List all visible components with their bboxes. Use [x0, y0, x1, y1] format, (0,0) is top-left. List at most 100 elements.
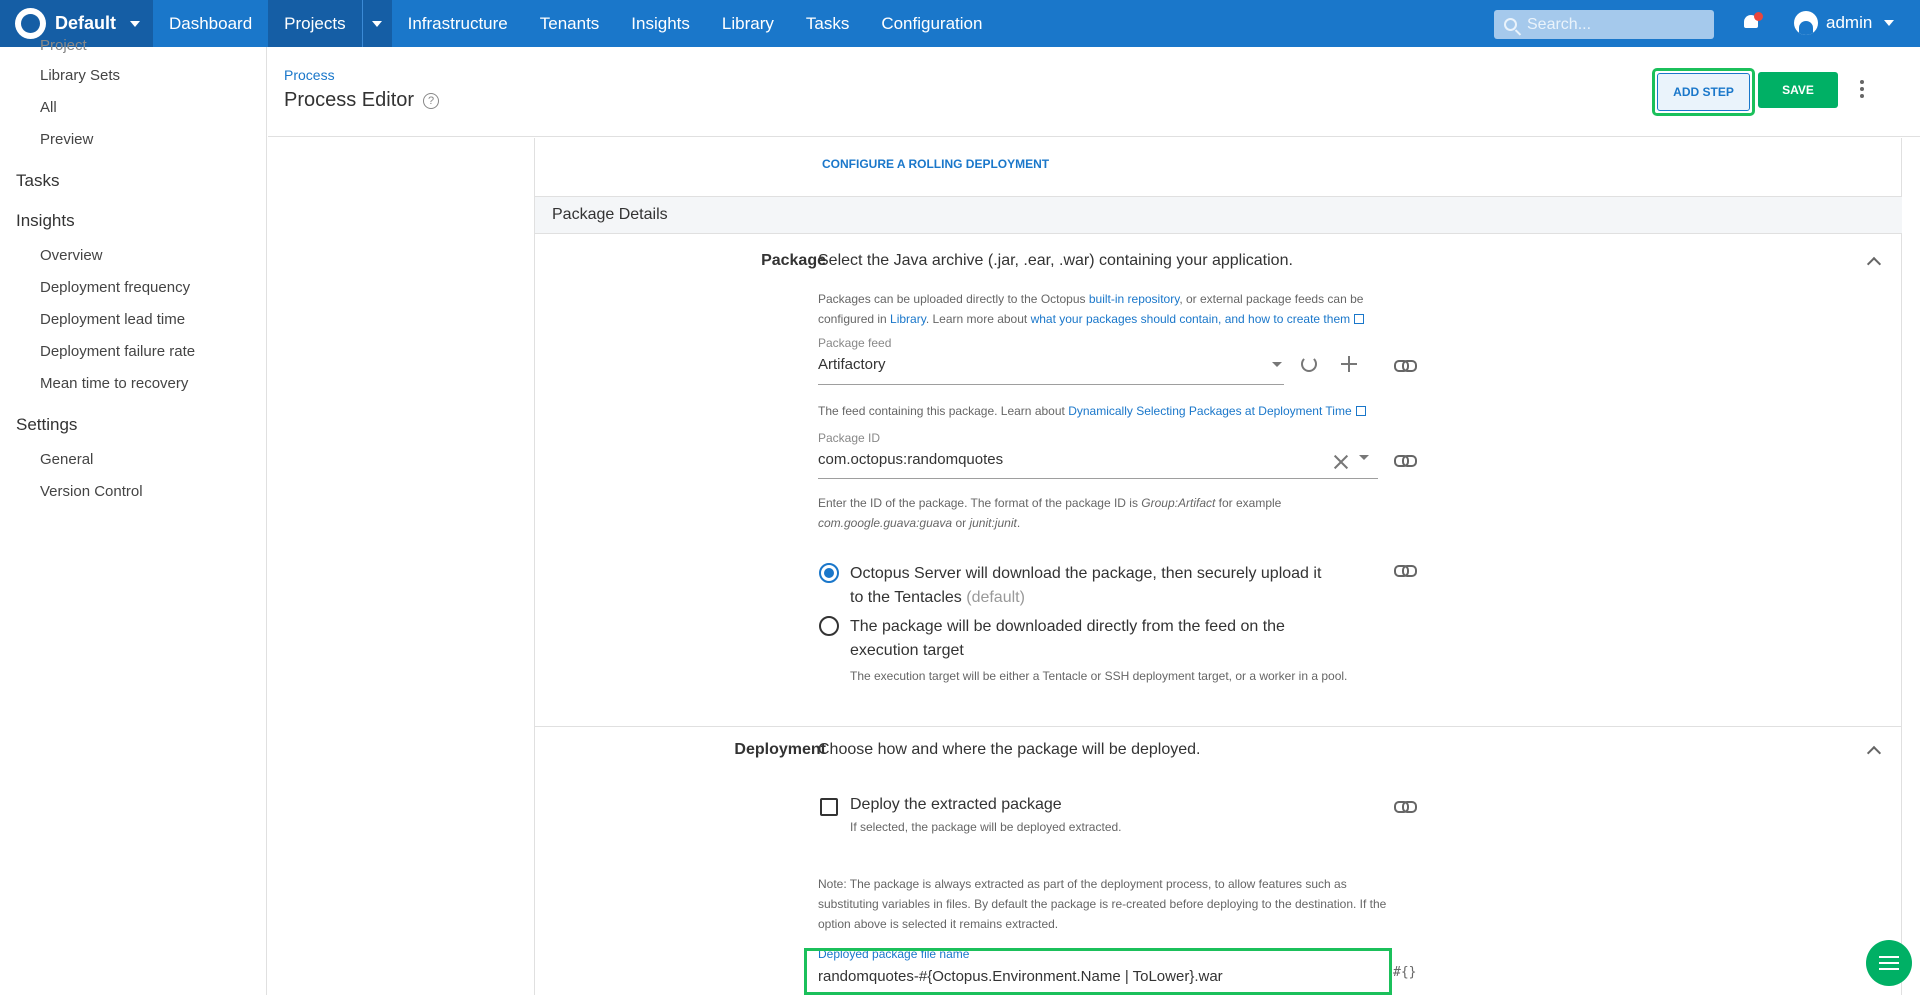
deploy-extracted-checkbox[interactable] [820, 798, 838, 816]
search-input[interactable]: Search... [1494, 10, 1714, 39]
link-icon[interactable] [1394, 565, 1417, 577]
link-icon[interactable] [1394, 360, 1417, 372]
radio-server-download-label[interactable]: Octopus Server will download the package… [850, 562, 1370, 610]
nav-infrastructure[interactable]: Infrastructure [392, 0, 524, 47]
step-editor: CONFIGURE A ROLLING DEPLOYMENT Package D… [534, 138, 1902, 995]
note-text: Note: The package is always extracted as… [818, 877, 1347, 891]
add-icon[interactable] [1341, 356, 1357, 372]
sidebar-heading-tasks[interactable]: Tasks [16, 171, 59, 191]
radio-direct-download-label[interactable]: The package will be downloaded directly … [850, 615, 1370, 663]
help-text: or [952, 516, 970, 530]
link-icon[interactable] [1394, 801, 1417, 813]
deploy-extracted-label[interactable]: Deploy the extracted package [850, 796, 1062, 814]
top-navigation: Default Dashboard Projects Infrastructur… [0, 0, 1920, 47]
breadcrumb[interactable]: Process [284, 67, 335, 83]
nav-configuration[interactable]: Configuration [865, 0, 998, 47]
note-text: substituting variables in files. By defa… [818, 897, 1387, 911]
help-icon[interactable]: ? [423, 92, 440, 109]
avatar [1794, 11, 1818, 35]
radio-server-download[interactable] [819, 563, 839, 583]
field-underline [818, 478, 1378, 479]
help-text: configured in [818, 312, 891, 326]
sidebar-item-overview[interactable]: Overview [40, 247, 103, 264]
section-divider [535, 726, 1902, 727]
sidebar-item-library-sets[interactable]: Library Sets [40, 67, 120, 84]
built-in-repository-link[interactable]: built-in repository [1089, 292, 1179, 306]
help-text: , or external package feeds can be [1179, 292, 1364, 306]
page-title-text: Process Editor [284, 89, 415, 111]
sidebar-item-deployment-lead-time[interactable]: Deployment lead time [40, 311, 185, 328]
help-text: for example [1215, 496, 1282, 510]
step-list-icon[interactable] [1866, 940, 1912, 986]
radio-text: Octopus Server will download the package… [850, 565, 1322, 582]
help-text: . [1016, 516, 1021, 530]
radio-direct-download[interactable] [819, 616, 839, 636]
package-help: Packages can be uploaded directly to the… [818, 289, 1438, 329]
chevron-down-icon[interactable] [1272, 362, 1282, 367]
radio-text: The package will be downloaded directly … [850, 618, 1285, 635]
package-summary: Select the Java archive (.jar, .ear, .wa… [818, 252, 1293, 269]
package-docs-link[interactable]: what your packages should contain, and h… [1031, 312, 1351, 326]
page-title: Process Editor ? [284, 89, 440, 112]
field-underline [818, 384, 1284, 385]
search-icon [1504, 18, 1517, 31]
deployment-note: Note: The package is always extracted as… [818, 874, 1438, 934]
note-text: option above is selected it remains extr… [818, 917, 1059, 931]
help-text: com.google.guava:guava [818, 516, 953, 530]
help-text: Group:Artifact [1141, 496, 1216, 510]
sidebar-item-preview[interactable]: Preview [40, 131, 93, 148]
space-name: Default [55, 13, 117, 33]
deploy-extracted-help: If selected, the package will be deploye… [850, 820, 1122, 834]
sidebar-heading-insights[interactable]: Insights [16, 211, 75, 231]
link-icon[interactable] [1394, 455, 1417, 467]
user-name: admin [1826, 13, 1873, 32]
chevron-up-icon[interactable] [1866, 256, 1882, 272]
external-link-icon [1355, 406, 1366, 416]
radio-text: to the Tentacles [850, 589, 962, 606]
sidebar-item-mean-time-to-recovery[interactable]: Mean time to recovery [40, 375, 188, 392]
nav-tasks[interactable]: Tasks [790, 0, 865, 47]
package-id-input[interactable]: com.octopus:randomquotes [818, 451, 1003, 468]
package-label: Package [761, 252, 826, 269]
chevron-down-icon [372, 20, 383, 27]
clear-icon[interactable] [1334, 455, 1348, 469]
notification-dot [1754, 12, 1763, 21]
chevron-down-icon [1884, 20, 1895, 26]
chevron-down-icon[interactable] [1359, 455, 1369, 460]
projects-dropdown-button[interactable] [361, 0, 392, 47]
sidebar-item-deployment-failure-rate[interactable]: Deployment failure rate [40, 343, 195, 360]
help-text: . Learn more about [925, 312, 1031, 326]
nav-insights[interactable]: Insights [615, 0, 706, 47]
deployment-label: Deployment [734, 741, 826, 758]
package-feed-select[interactable]: Artifactory [818, 356, 886, 373]
nav-dashboard[interactable]: Dashboard [153, 0, 268, 47]
library-link[interactable]: Library [890, 312, 926, 326]
help-text: Packages can be uploaded directly to the… [818, 292, 1089, 306]
radio-direct-help: The execution target will be either a Te… [850, 669, 1348, 683]
sidebar-item-all[interactable]: All [40, 99, 57, 116]
more-options-icon[interactable] [1860, 80, 1864, 100]
nav-tenants[interactable]: Tenants [524, 0, 616, 47]
radio-text: execution target [850, 642, 964, 659]
section-header-package-details: Package Details [535, 196, 1902, 234]
notification-bell-icon[interactable] [1742, 12, 1763, 31]
variable-insert-icon[interactable]: #{} [1393, 965, 1416, 980]
sidebar-item-version-control[interactable]: Version Control [40, 483, 143, 500]
user-menu[interactable]: admin [1794, 11, 1895, 35]
help-text: junit:junit [969, 516, 1017, 530]
dynamic-packages-link[interactable]: Dynamically Selecting Packages at Deploy… [1068, 404, 1351, 418]
sidebar-item-project[interactable]: Project [40, 37, 87, 54]
external-link-icon [1354, 314, 1365, 324]
add-step-button[interactable]: ADD STEP [1657, 73, 1750, 111]
configure-rolling-deployment-link[interactable]: CONFIGURE A ROLLING DEPLOYMENT [822, 157, 1049, 171]
chevron-up-icon[interactable] [1866, 745, 1882, 761]
nav-library[interactable]: Library [706, 0, 790, 47]
refresh-icon[interactable] [1301, 356, 1317, 372]
sidebar-heading-settings[interactable]: Settings [16, 415, 77, 435]
search-placeholder: Search... [1527, 15, 1592, 33]
sidebar-item-deployment-frequency[interactable]: Deployment frequency [40, 279, 190, 296]
nav-projects[interactable]: Projects [268, 0, 362, 47]
sidebar-item-general[interactable]: General [40, 451, 93, 468]
chevron-down-icon [130, 20, 141, 27]
save-button[interactable]: SAVE [1758, 72, 1838, 108]
